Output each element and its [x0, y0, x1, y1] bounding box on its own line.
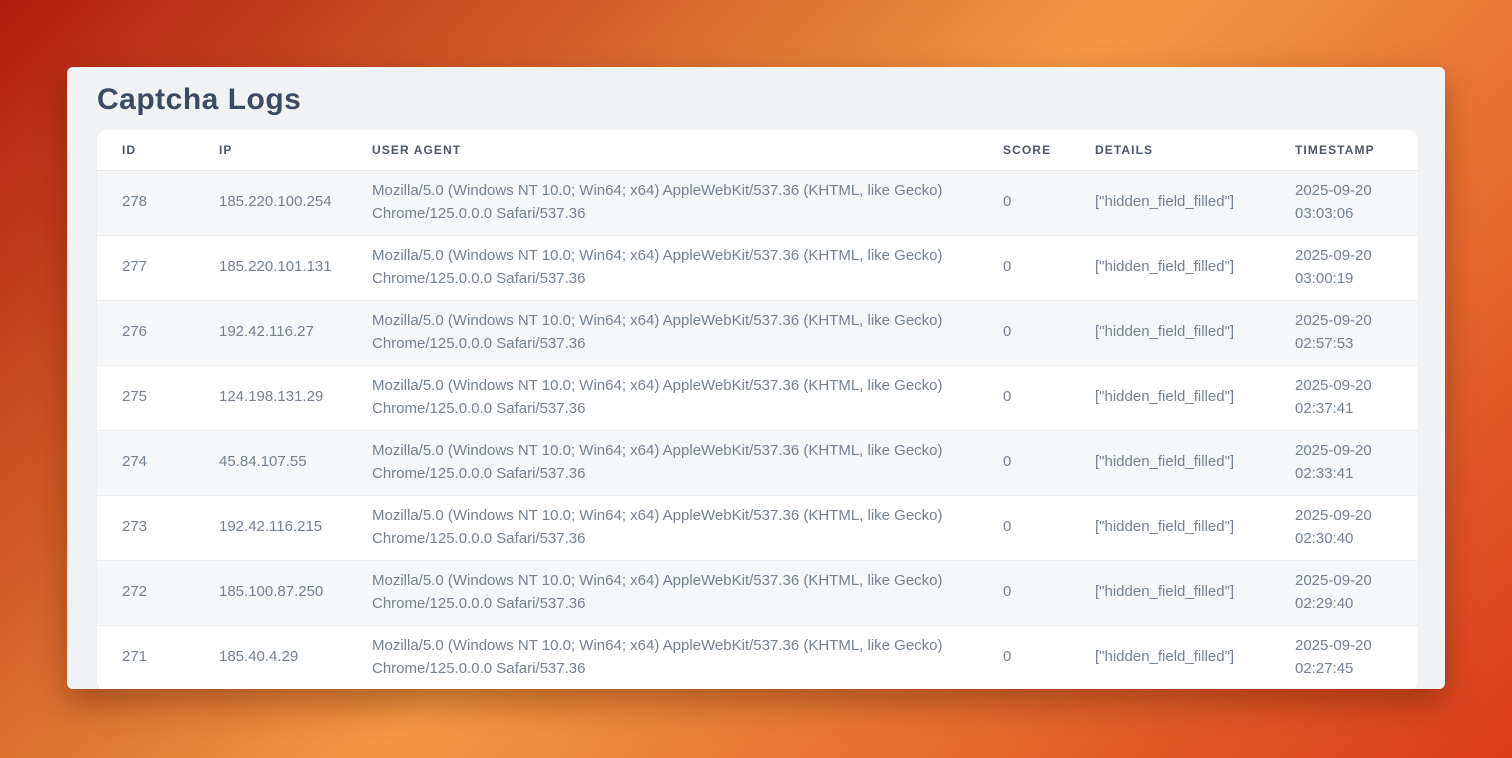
logs-table-grid: ID IP USER AGENT SCORE DETAILS TIMESTAMP…	[97, 130, 1418, 689]
cell-user-agent: Mozilla/5.0 (Windows NT 10.0; Win64; x64…	[347, 430, 978, 495]
table-header: ID IP USER AGENT SCORE DETAILS TIMESTAMP	[97, 130, 1418, 170]
cell-details: ["hidden_field_filled"]	[1070, 365, 1270, 430]
table-row: 275 124.198.131.29 Mozilla/5.0 (Windows …	[97, 365, 1418, 430]
cell-score: 0	[978, 365, 1070, 430]
cell-timestamp: 2025-09-20 03:00:19	[1270, 235, 1418, 300]
cell-ip: 185.100.87.250	[194, 560, 347, 625]
column-header-score: SCORE	[978, 130, 1070, 170]
cell-id: 278	[97, 170, 194, 235]
cell-timestamp: 2025-09-20 02:30:40	[1270, 495, 1418, 560]
logs-table: ID IP USER AGENT SCORE DETAILS TIMESTAMP…	[97, 130, 1418, 689]
cell-details: ["hidden_field_filled"]	[1070, 430, 1270, 495]
cell-timestamp: 2025-09-20 02:27:45	[1270, 625, 1418, 689]
cell-score: 0	[978, 235, 1070, 300]
page-title: Captcha Logs	[67, 67, 1445, 117]
cell-details: ["hidden_field_filled"]	[1070, 495, 1270, 560]
cell-score: 0	[978, 560, 1070, 625]
cell-ip: 192.42.116.215	[194, 495, 347, 560]
table-row: 277 185.220.101.131 Mozilla/5.0 (Windows…	[97, 235, 1418, 300]
column-header-timestamp: TIMESTAMP	[1270, 130, 1418, 170]
cell-ip: 185.40.4.29	[194, 625, 347, 689]
cell-details: ["hidden_field_filled"]	[1070, 625, 1270, 689]
table-header-row: ID IP USER AGENT SCORE DETAILS TIMESTAMP	[97, 130, 1418, 170]
table-row: 274 45.84.107.55 Mozilla/5.0 (Windows NT…	[97, 430, 1418, 495]
cell-ip: 185.220.101.131	[194, 235, 347, 300]
column-header-user-agent: USER AGENT	[347, 130, 978, 170]
cell-score: 0	[978, 495, 1070, 560]
cell-user-agent: Mozilla/5.0 (Windows NT 10.0; Win64; x64…	[347, 625, 978, 689]
cell-score: 0	[978, 300, 1070, 365]
cell-timestamp: 2025-09-20 02:57:53	[1270, 300, 1418, 365]
cell-ip: 45.84.107.55	[194, 430, 347, 495]
cell-user-agent: Mozilla/5.0 (Windows NT 10.0; Win64; x64…	[347, 495, 978, 560]
captcha-logs-card: Captcha Logs ID IP USER AGENT SCORE DETA…	[67, 67, 1445, 689]
column-header-details: DETAILS	[1070, 130, 1270, 170]
cell-ip: 192.42.116.27	[194, 300, 347, 365]
cell-timestamp: 2025-09-20 02:29:40	[1270, 560, 1418, 625]
table-row: 276 192.42.116.27 Mozilla/5.0 (Windows N…	[97, 300, 1418, 365]
cell-user-agent: Mozilla/5.0 (Windows NT 10.0; Win64; x64…	[347, 235, 978, 300]
table-row: 271 185.40.4.29 Mozilla/5.0 (Windows NT …	[97, 625, 1418, 689]
table-row: 273 192.42.116.215 Mozilla/5.0 (Windows …	[97, 495, 1418, 560]
cell-ip: 124.198.131.29	[194, 365, 347, 430]
cell-details: ["hidden_field_filled"]	[1070, 560, 1270, 625]
cell-user-agent: Mozilla/5.0 (Windows NT 10.0; Win64; x64…	[347, 170, 978, 235]
cell-id: 276	[97, 300, 194, 365]
table-row: 278 185.220.100.254 Mozilla/5.0 (Windows…	[97, 170, 1418, 235]
cell-score: 0	[978, 430, 1070, 495]
cell-score: 0	[978, 625, 1070, 689]
cell-user-agent: Mozilla/5.0 (Windows NT 10.0; Win64; x64…	[347, 560, 978, 625]
cell-details: ["hidden_field_filled"]	[1070, 235, 1270, 300]
cell-id: 274	[97, 430, 194, 495]
cell-id: 275	[97, 365, 194, 430]
cell-score: 0	[978, 170, 1070, 235]
column-header-ip: IP	[194, 130, 347, 170]
cell-user-agent: Mozilla/5.0 (Windows NT 10.0; Win64; x64…	[347, 300, 978, 365]
cell-timestamp: 2025-09-20 02:33:41	[1270, 430, 1418, 495]
cell-details: ["hidden_field_filled"]	[1070, 300, 1270, 365]
cell-timestamp: 2025-09-20 02:37:41	[1270, 365, 1418, 430]
cell-id: 271	[97, 625, 194, 689]
column-header-id: ID	[97, 130, 194, 170]
table-row: 272 185.100.87.250 Mozilla/5.0 (Windows …	[97, 560, 1418, 625]
cell-user-agent: Mozilla/5.0 (Windows NT 10.0; Win64; x64…	[347, 365, 978, 430]
cell-id: 273	[97, 495, 194, 560]
cell-details: ["hidden_field_filled"]	[1070, 170, 1270, 235]
cell-id: 277	[97, 235, 194, 300]
cell-ip: 185.220.100.254	[194, 170, 347, 235]
cell-timestamp: 2025-09-20 03:03:06	[1270, 170, 1418, 235]
table-body: 278 185.220.100.254 Mozilla/5.0 (Windows…	[97, 170, 1418, 689]
cell-id: 272	[97, 560, 194, 625]
